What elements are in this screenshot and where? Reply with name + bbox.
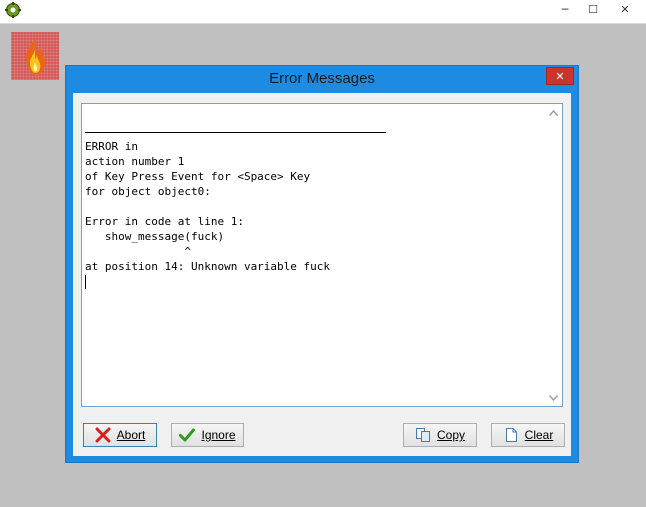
- dialog-body: ERROR in action number 1 of Key Press Ev…: [73, 93, 571, 456]
- clear-button-label: Clear: [524, 428, 554, 442]
- error-message-textarea[interactable]: ERROR in action number 1 of Key Press Ev…: [81, 103, 563, 407]
- abort-button[interactable]: Abort: [83, 423, 157, 447]
- red-x-icon: [95, 427, 111, 443]
- clear-button[interactable]: Clear: [491, 423, 565, 447]
- maximize-button[interactable]: ☐: [580, 0, 606, 18]
- close-icon: ✕: [555, 69, 565, 83]
- dialog-close-button[interactable]: ✕: [546, 67, 574, 85]
- app-titlebar: ─ ☐ ✕: [0, 0, 646, 24]
- blank-page-icon: [503, 427, 519, 443]
- abort-button-label: Abort: [116, 428, 146, 442]
- scroll-down-arrow-icon[interactable]: [545, 389, 562, 406]
- vertical-scrollbar[interactable]: [545, 104, 562, 406]
- text-caret: [85, 275, 86, 289]
- dialog-title: Error Messages: [269, 70, 375, 87]
- scroll-up-arrow-icon[interactable]: [545, 104, 562, 121]
- dialog-titlebar[interactable]: Error Messages ✕: [66, 66, 578, 92]
- gear-icon: [5, 2, 21, 18]
- fire-icon: [11, 32, 59, 80]
- copy-button[interactable]: Copy: [403, 423, 477, 447]
- green-check-icon: [179, 427, 196, 443]
- minimize-button[interactable]: ─: [552, 0, 578, 18]
- error-dialog: Error Messages ✕ ERROR in action number …: [65, 65, 579, 463]
- copy-button-label: Copy: [436, 428, 465, 442]
- app-close-button[interactable]: ✕: [608, 0, 642, 18]
- copy-icon: [415, 427, 431, 443]
- ignore-button[interactable]: Ignore: [171, 423, 244, 447]
- ignore-button-label: Ignore: [201, 428, 236, 442]
- error-message-text: ERROR in action number 1 of Key Press Ev…: [85, 140, 331, 273]
